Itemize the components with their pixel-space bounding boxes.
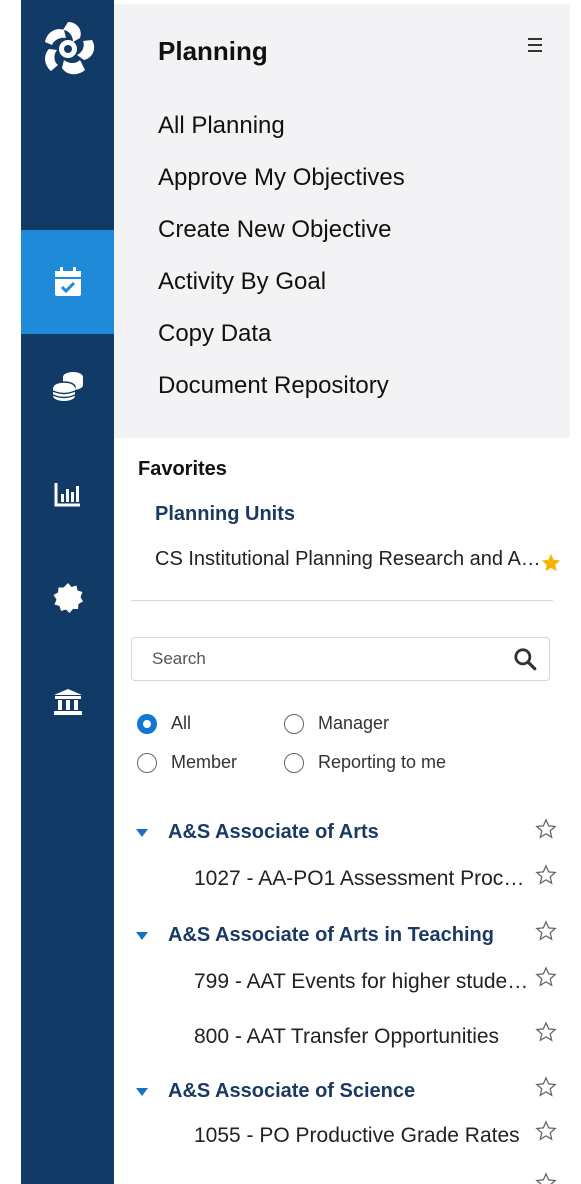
coins-icon (51, 372, 83, 401)
menu-title: Planning (158, 36, 268, 66)
rail-item-planning[interactable] (21, 230, 114, 334)
tree-group-label: A&S Associate of Science (168, 1080, 416, 1102)
caret-down-icon[interactable] (136, 1087, 148, 1096)
caret-down-icon[interactable] (136, 828, 148, 837)
tree-group-associate-arts[interactable]: A&S Associate of Arts (136, 821, 379, 844)
tree-group-label: A&S Associate of Arts in Teaching (168, 924, 494, 946)
tree-group-associate-science[interactable]: A&S Associate of Science (136, 1080, 415, 1103)
caret-down-icon[interactable] (136, 931, 148, 940)
tree-item[interactable]: 799 - AAT Events for higher students (194, 970, 530, 994)
filter-label-manager: Manager (318, 713, 390, 733)
tree-item[interactable]: 1055 - PO Productive Grade Rates (194, 1124, 530, 1148)
hamburger-menu-icon[interactable] (528, 38, 544, 52)
star-outline-icon[interactable] (535, 966, 557, 988)
tree-group-label: A&S Associate of Arts (168, 821, 379, 843)
search-input[interactable] (152, 648, 492, 670)
search-box (131, 637, 550, 681)
radio-selected-icon (137, 713, 157, 734)
rail-item-budget[interactable] (21, 334, 114, 438)
section-divider (131, 600, 553, 601)
star-outline-icon[interactable] (535, 1120, 557, 1142)
radio-unselected-icon (284, 752, 304, 773)
rail-item-reports[interactable] (21, 442, 114, 546)
tree-item[interactable]: 800 - AAT Transfer Opportunities (194, 1025, 530, 1049)
star-outline-icon[interactable] (535, 864, 557, 886)
icon-rail (21, 0, 114, 1184)
favorite-item[interactable]: CS Institutional Planning Research and A… (155, 548, 545, 571)
filter-radio-all[interactable]: All (137, 713, 191, 734)
rail-item-accreditation[interactable] (21, 546, 114, 650)
favorite-star-filled-icon[interactable] (540, 552, 562, 574)
filter-radio-manager[interactable]: Manager (284, 713, 389, 734)
search-icon[interactable] (512, 646, 538, 672)
badge-icon (53, 583, 83, 613)
menu-item-all-planning[interactable]: All Planning (158, 112, 285, 140)
filter-radio-reporting[interactable]: Reporting to me (284, 752, 446, 773)
filter-label-reporting: Reporting to me (318, 752, 447, 772)
star-outline-icon[interactable] (535, 920, 557, 942)
planning-menu: Planning All Planning Approve My Objecti… (114, 4, 570, 438)
star-outline-icon[interactable] (535, 1076, 557, 1098)
radio-unselected-icon (284, 713, 304, 734)
favorites-heading: Favorites (138, 458, 227, 480)
favorites-section-label: Planning Units (155, 503, 295, 525)
bar-chart-icon (54, 483, 80, 507)
radio-unselected-icon (137, 752, 157, 773)
tree-item[interactable]: 1027 - AA-PO1 Assessment Process (194, 867, 530, 891)
filter-label-member: Member (171, 752, 238, 772)
menu-item-approve-objectives[interactable]: Approve My Objectives (158, 164, 405, 192)
star-outline-icon[interactable] (535, 1021, 557, 1043)
app-logo-icon[interactable] (21, 18, 114, 128)
filter-label-all: All (171, 713, 192, 733)
menu-item-document-repository[interactable]: Document Repository (158, 372, 389, 400)
institution-icon (53, 689, 82, 715)
filter-radio-member[interactable]: Member (137, 752, 237, 773)
calendar-check-icon (54, 267, 81, 296)
star-outline-icon[interactable] (535, 818, 557, 840)
star-outline-icon[interactable] (535, 1172, 557, 1184)
menu-item-copy-data[interactable]: Copy Data (158, 320, 271, 348)
menu-item-create-objective[interactable]: Create New Objective (158, 216, 391, 244)
left-gutter (0, 0, 21, 1184)
rail-item-institution[interactable] (21, 650, 114, 754)
side-panel: Planning All Planning Approve My Objecti… (114, 0, 581, 1184)
menu-item-activity-by-goal[interactable]: Activity By Goal (158, 268, 326, 296)
tree-group-associate-arts-teaching[interactable]: A&S Associate of Arts in Teaching (136, 924, 494, 947)
